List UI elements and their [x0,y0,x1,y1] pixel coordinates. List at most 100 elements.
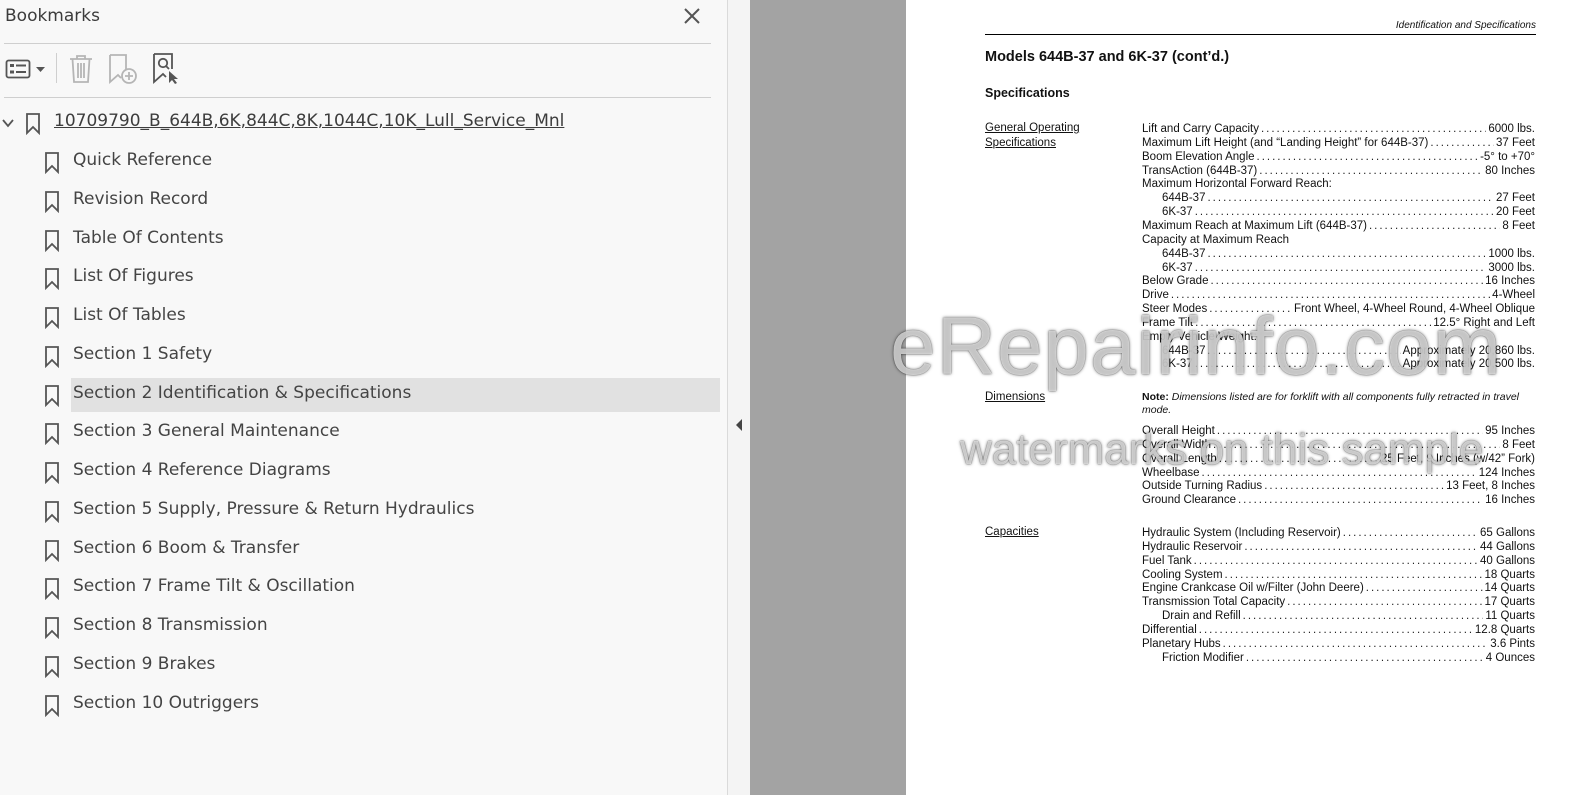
spec-row: Capacity at Maximum Reach [1142,233,1535,247]
bookmark-item[interactable]: Section 1 Safety [0,339,727,373]
bookmark-label[interactable]: List Of Figures [73,266,194,286]
spec-name: 644B-37 [1162,344,1206,357]
dot-leader [1261,122,1486,136]
dot-leader [1223,637,1489,651]
spec-value: -5° to +70° [1480,150,1535,163]
dot-leader [1195,357,1401,371]
spec-value: 16 Inches [1485,494,1535,507]
dot-leader [1195,316,1431,330]
spec-row: 644B-37 1000 lbs. [1162,247,1535,261]
spec-value: 3.6 Pints [1490,637,1535,650]
bookmark-item[interactable]: Section 6 Boom & Transfer [0,533,727,567]
spec-name: Below Grade [1142,275,1209,288]
bookmark-label[interactable]: Section 5 Supply, Pressure & Return Hydr… [73,499,474,519]
spec-name: Transmission Total Capacity [1142,596,1286,609]
spec-row: 6K-37 20 Feet [1162,205,1535,219]
bookmark-root-label[interactable]: 10709790_B_644B,6K,844C,8K,1044C,10K_Lul… [54,111,564,131]
spec-value: 65 Gallons [1480,527,1535,539]
bookmark-label[interactable]: Section 9 Brakes [73,654,215,674]
spec-name: Overall Width [1142,438,1212,451]
collapse-panel-icon[interactable] [734,418,744,432]
bookmark-label[interactable]: Section 6 Boom & Transfer [73,538,299,558]
spec-name: Hydraulic Reservoir [1142,540,1243,553]
spec-row: Maximum Lift Height (and “Landing Height… [1142,136,1535,150]
bookmark-icon [45,345,59,368]
close-icon[interactable] [680,4,704,28]
bookmark-item[interactable]: Quick Reference [0,145,727,179]
spec-value: 20 Feet [1496,206,1535,219]
find-bookmark-icon[interactable] [150,52,182,86]
panel-splitter[interactable] [728,0,750,795]
spec-name: Maximum Lift Height (and “Landing Height… [1142,136,1429,149]
bookmark-label[interactable]: Section 3 General Maintenance [73,421,340,441]
dot-leader [1343,526,1478,540]
spec-name: TransAction (644B-37) [1142,164,1258,177]
spec-row: Engine Crankcase Oil w/Filter (John Deer… [1142,581,1535,595]
bookmark-item[interactable]: Section 4 Reference Diagrams [0,455,727,489]
spec-row: Maximum Reach at Maximum Lift (644B-37) 8… [1142,219,1535,233]
spec-value: 17 Quarts [1484,596,1536,609]
spec-name: Outside Turning Radius [1142,480,1263,493]
bookmark-label[interactable]: List Of Tables [73,305,186,325]
spec-row: Maximum Horizontal Forward Reach: [1142,177,1535,191]
bookmark-item[interactable]: Section 2 Identification & Specification… [0,377,727,412]
spec-row: Friction Modifier 4 Ounces [1162,651,1535,665]
spec-value: 37 Feet [1496,136,1535,149]
bookmark-root[interactable]: 10709790_B_644B,6K,844C,8K,1044C,10K_Lul… [0,106,727,140]
bookmark-item[interactable]: Section 10 Outriggers [0,688,727,722]
dot-leader [1225,568,1483,582]
spec-row: Differential 12.8 Quarts [1142,623,1535,637]
bookmark-item[interactable]: Section 3 General Maintenance [0,416,727,450]
bookmark-label[interactable]: Section 4 Reference Diagrams [73,460,331,480]
spec-value: 12.8 Quarts [1474,623,1535,636]
spec-row: Fuel Tank 40 Gallons [1142,554,1535,568]
bookmark-label[interactable]: Quick Reference [73,150,212,170]
spec-name: Overall Length [1142,452,1217,465]
spec-name: Capacity at Maximum Reach [1142,233,1289,246]
bookmark-label[interactable]: Section 2 Identification & Specification… [73,383,411,403]
spec-row: Overall Height 95 Inches [1142,424,1535,438]
bookmark-item[interactable]: Revision Record [0,184,727,218]
trash-icon[interactable] [67,52,95,86]
spec-name: Wheelbase [1142,466,1200,479]
dot-leader [1194,554,1478,568]
spec-name: Drain and Refill [1162,610,1241,623]
spec-row: Boom Elevation Angle -5° to +70° [1142,150,1535,164]
bookmark-label[interactable]: Revision Record [73,189,208,209]
document-background [750,0,906,795]
dot-leader [1244,540,1478,554]
bookmark-item[interactable]: List Of Figures [0,261,727,295]
spec-value: 4 Ounces [1485,651,1535,664]
bookmark-icon [45,423,59,446]
bookmark-item[interactable]: Section 9 Brakes [0,649,727,683]
spec-row: Outside Turning Radius 13 Feet, 8 Inches [1142,479,1535,493]
bookmark-item[interactable]: List Of Tables [0,300,727,334]
section-label-general: General Operating Specifications [985,122,1080,149]
bookmark-item[interactable]: Table Of Contents [0,223,727,257]
spec-row: Wheelbase 124 Inches [1142,466,1535,480]
spec-row: TransAction (644B-37) 80 Inches [1142,164,1535,178]
chevron-down-icon[interactable] [1,117,15,129]
list-options-icon[interactable] [5,52,47,86]
spec-value: 124 Inches [1478,466,1535,479]
spec-value: 16 Inches [1485,275,1535,288]
bookmark-label[interactable]: Table Of Contents [73,228,224,248]
bookmark-item[interactable]: Section 8 Transmission [0,610,727,644]
bookmark-label[interactable]: Section 1 Safety [73,344,212,364]
add-bookmark-icon[interactable] [107,52,139,86]
spec-row: 6K-37 3000 lbs. [1162,261,1535,275]
dot-leader [1238,493,1483,507]
spec-row: 644B-37 Approximately 20,860 lbs. [1162,344,1535,358]
spec-row: Transmission Total Capacity 17 Quarts [1142,595,1535,609]
bookmark-label[interactable]: Section 8 Transmission [73,615,268,635]
spec-row: Overall Width 8 Feet [1142,438,1535,452]
spec-name: Cooling System [1142,568,1223,581]
bookmark-icon [45,384,59,407]
spec-name: 6K-37 [1162,261,1193,274]
spec-row: Overall Length 25 Feet, 9 Inches (w/42” F… [1142,452,1535,466]
bookmark-label[interactable]: Section 7 Frame Tilt & Oscillation [73,576,355,596]
bookmark-item[interactable]: Section 7 Frame Tilt & Oscillation [0,571,727,605]
bookmark-item[interactable]: Section 5 Supply, Pressure & Return Hydr… [0,494,727,528]
bookmark-label[interactable]: Section 10 Outriggers [73,693,259,713]
dot-leader [1243,609,1484,623]
